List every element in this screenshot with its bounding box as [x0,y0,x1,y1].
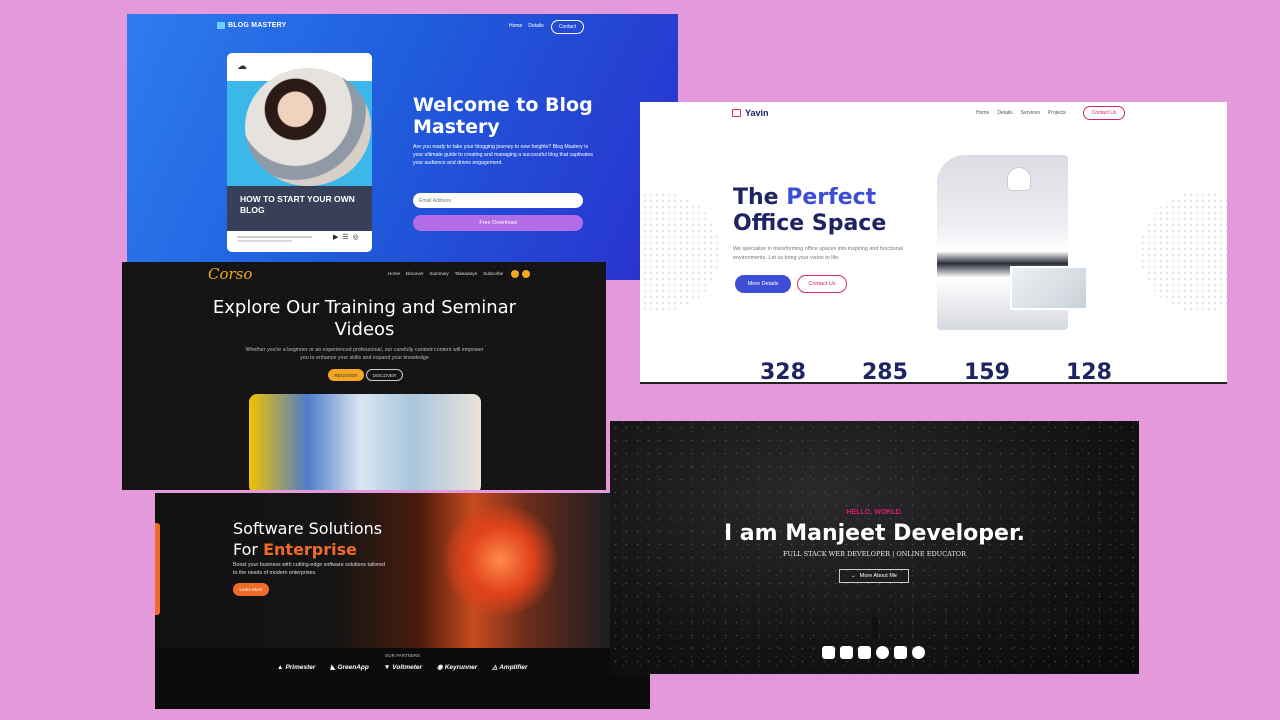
register-button[interactable]: REGISTER [328,369,364,381]
social-links [511,270,530,278]
nav-details[interactable]: Details [997,110,1012,116]
corso-logo[interactable]: Corso [208,265,252,283]
facebook-icon[interactable] [876,646,889,659]
partner-logo[interactable]: ◉ Keyrunner [437,663,477,672]
learn-more-button[interactable]: Learn More [233,583,269,596]
yavin-nav: Home Details Services Projects [976,110,1066,116]
instagram-icon[interactable] [840,646,853,659]
youtube-icon[interactable] [894,646,907,659]
more-about-me-button[interactable]: ⌄ More About Me [839,569,909,583]
woman-photo [245,68,371,186]
yavin-screenshot: Yavin Home Details Services Projects Con… [640,102,1227,384]
progress-bar [237,236,312,238]
blog-description: Are you ready to take your blogging jour… [413,144,593,166]
nav-details[interactable]: Details [528,23,543,29]
developer-screenshot: HELLO, WORLD. I am Manjeet Developer. FU… [610,421,1139,674]
chevron-down-icon: ⌄ [851,573,856,579]
nav-takeaways[interactable]: Takeaways [455,271,477,276]
nav-projects[interactable]: Projects [1048,110,1066,116]
corso-description: Whether you're a beginner or an experien… [245,347,484,361]
email-input[interactable] [413,193,583,208]
lamp-shape [1008,168,1030,190]
partner-logo[interactable]: ▲ Primester [277,663,315,671]
linkedin-icon[interactable] [858,646,871,659]
partner-logos: ▲ Primester ◣ GreenApp ▼ Voltmeter ◉ Keyrunn… [277,663,527,672]
twitter-icon[interactable] [822,646,835,659]
partner-logo[interactable]: ▼ Voltmeter [384,663,422,671]
blog-nav: Home Details [509,23,544,29]
yavin-logo[interactable]: Yavin [732,108,769,118]
social-icons [822,646,925,659]
yavin-description: We specialize in transforming office spa… [733,246,903,261]
stat-number: 128 [1066,360,1112,384]
tablet-mockup: ☁ HOW TO START YOUR OWN BLOG ▶ ☰ ◎ [227,53,372,252]
free-download-button[interactable]: Free Download [413,215,583,231]
facebook-icon[interactable] [511,270,519,278]
stat-number: 328 [760,360,806,384]
stat-number: 285 [862,360,908,384]
play-icon[interactable]: ▶ [333,233,338,241]
blog-logo[interactable]: BLOG MASTERY [217,22,287,29]
progress-bar [237,240,292,242]
twitter-icon[interactable] [522,270,530,278]
developer-heading: I am Manjeet Developer. [723,521,1026,546]
card-title: HOW TO START YOUR OWN BLOG [227,186,372,231]
book-icon [217,22,225,29]
corso-nav: Home Discover Summary Takeaways Subscrib… [388,271,503,276]
nav-subscribe[interactable]: Subscribe [483,271,503,276]
nav-summary[interactable]: Summary [430,271,449,276]
nav-services[interactable]: Services [1021,110,1040,116]
person-silhouette [872,617,878,639]
accent-bar [155,523,160,615]
developer-subtitle: FULL STACK WEB DEVELOPER | ONLINE EDUCAT… [782,550,967,558]
corso-heading: Explore Our Training and Seminar Videos [212,297,517,340]
dot-pattern [1140,192,1227,312]
stat-number: 159 [964,360,1010,384]
github-icon[interactable] [912,646,925,659]
partner-logo[interactable]: ◣ GreenApp [330,663,368,672]
contact-us-outline-button[interactable]: Contact Us [797,275,847,293]
more-details-button[interactable]: More Details [735,275,791,293]
settings-icon[interactable]: ☰ [342,233,348,241]
corso-screenshot: Corso Home Discover Summary Takeaways Su… [122,262,606,490]
contact-us-button[interactable]: Contact Us [1083,106,1125,120]
nav-discover[interactable]: Discover [406,271,424,276]
hello-label: HELLO, WORLD. [846,509,903,516]
blog-heading: Welcome to Blog Mastery [413,94,593,138]
nav-home[interactable]: Home [976,110,989,116]
enterprise-description: Boost your business with cutting-edge so… [233,562,385,576]
enterprise-screenshot: Software Solutions For Enterprise Boost y… [155,493,650,709]
smoke-photo [440,505,560,615]
cloud-icon: ☁ [237,61,247,72]
dot-pattern [640,192,720,312]
seminar-photo [249,394,481,490]
nav-home[interactable]: Home [388,271,400,276]
partners-label: OUR PARTNERS [384,653,421,658]
contact-button[interactable]: Contact [551,20,584,34]
yavin-heading: The Perfect Office Space [733,185,887,236]
enterprise-heading: Software Solutions For Enterprise [233,519,383,559]
player-controls: ▶ ☰ ◎ [333,233,359,241]
nav-home[interactable]: Home [509,23,522,29]
blog-mastery-screenshot: BLOG MASTERY Home Details Contact ☁ HOW … [127,14,678,280]
record-icon[interactable]: ◎ [353,233,359,241]
book-icon [732,109,741,117]
discover-button[interactable]: DISCOVER [366,369,403,381]
partner-logo[interactable]: ◬ Amplifier [492,663,527,672]
worker-photo [1010,266,1088,310]
